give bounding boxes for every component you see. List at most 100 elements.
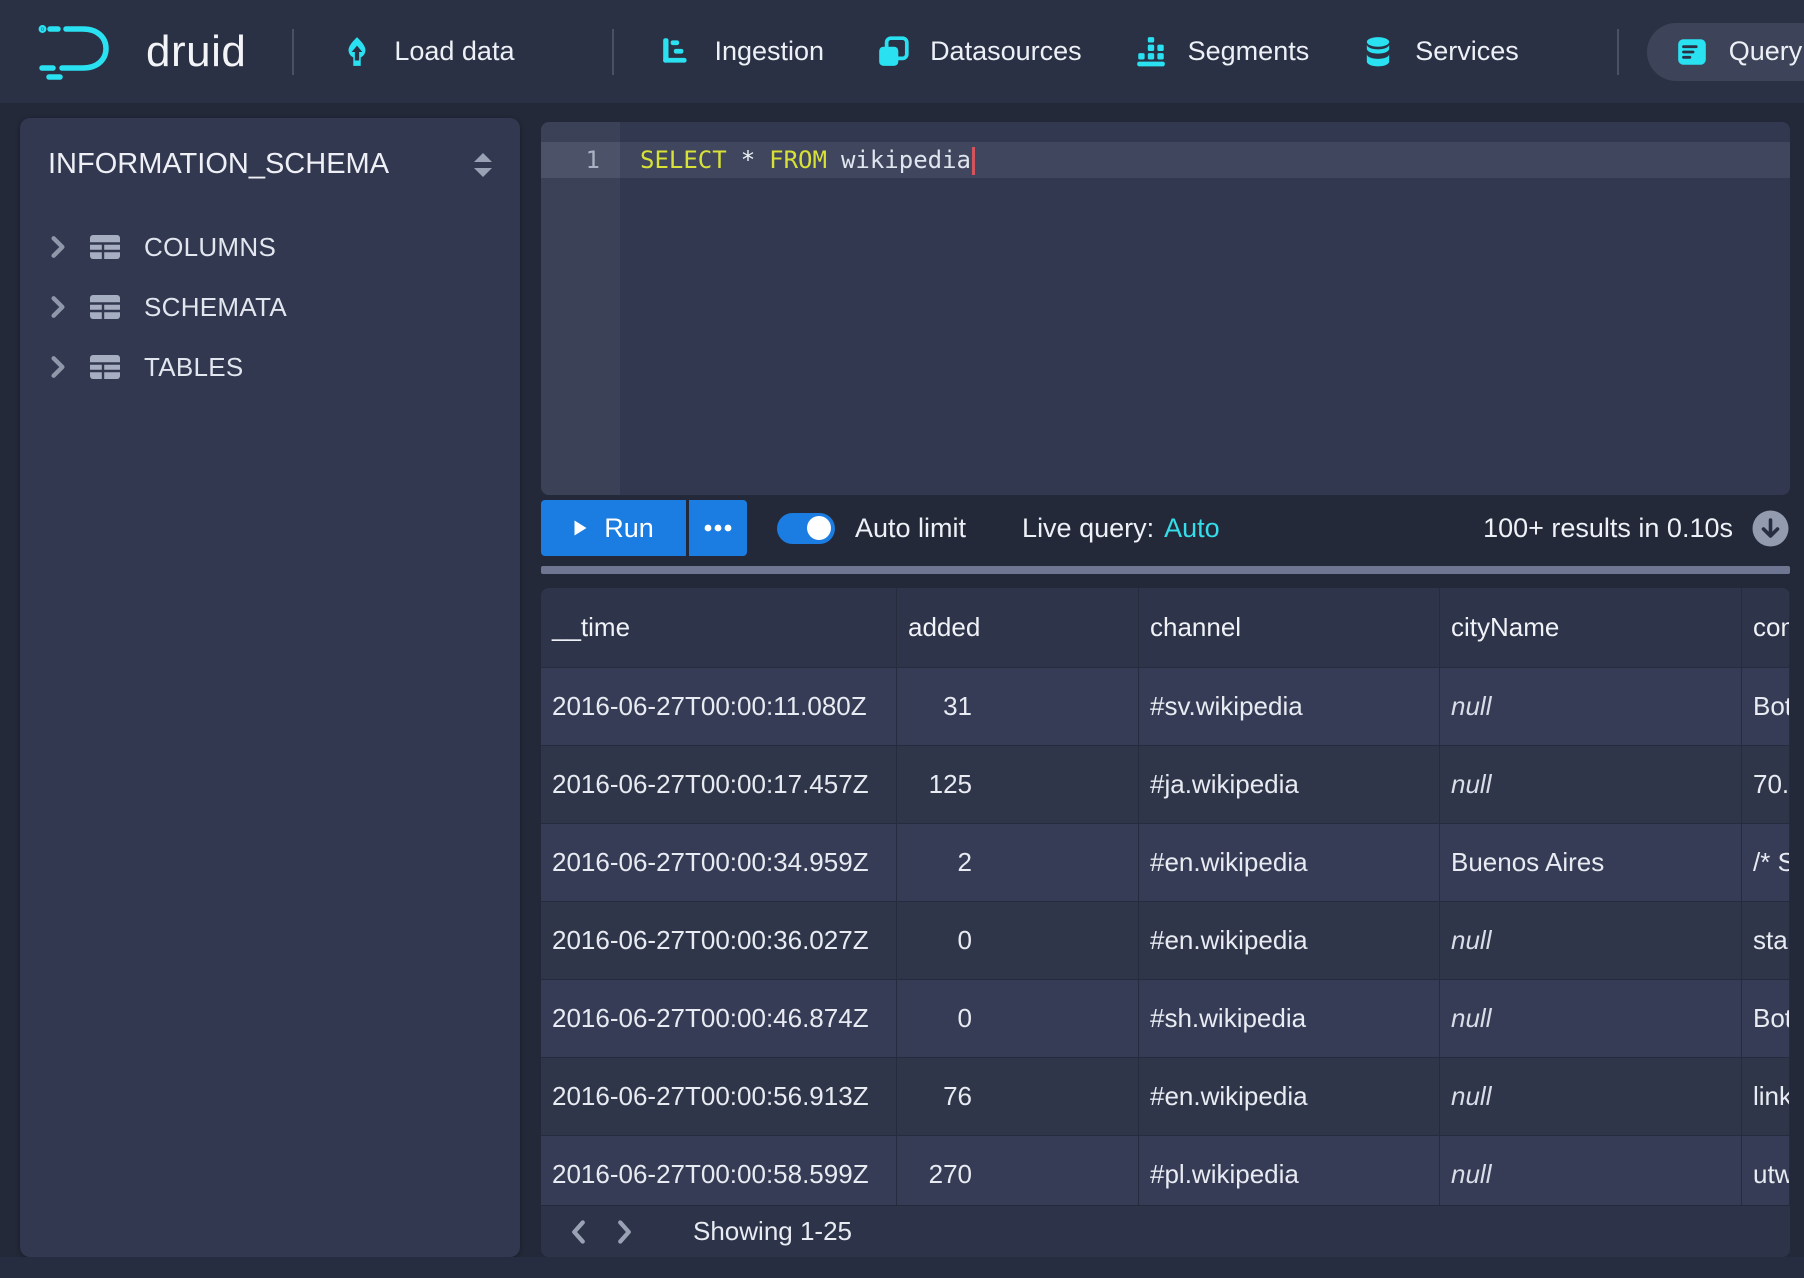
text-cursor (972, 147, 975, 175)
sql-table-name: wikipedia (841, 146, 971, 174)
column-header-comment[interactable]: comment (1742, 588, 1790, 667)
cell-__time[interactable]: 2016-06-27T00:00:34.959Z (541, 824, 897, 901)
ingestion-icon (660, 35, 694, 69)
cell-added[interactable]: 270 (897, 1136, 1139, 1213)
sql-star: * (741, 146, 755, 174)
chevron-right-icon[interactable] (50, 295, 66, 319)
schema-tree: COLUMNS SCHEMATA TABLES (20, 217, 520, 397)
druid-logo[interactable]: druid (36, 18, 246, 85)
table-icon (88, 352, 122, 382)
toggle-knob (807, 516, 831, 540)
cell-cityName[interactable]: null (1440, 668, 1742, 745)
druid-console: druid Load data Ingestion Datasources (0, 0, 1804, 1278)
cell-cityName[interactable]: Buenos Aires (1440, 824, 1742, 901)
live-query-label: Live query: (1022, 513, 1154, 544)
line-number: 1 (541, 142, 620, 178)
nav-item-ingestion[interactable]: Ingestion (660, 35, 824, 69)
cell-comment[interactable]: Bot (1742, 668, 1790, 745)
nav-item-datasources[interactable]: Datasources (876, 35, 1082, 69)
sql-keyword: FROM (769, 146, 827, 174)
cell-cityName[interactable]: null (1440, 1058, 1742, 1135)
cell-channel[interactable]: #en.wikipedia (1139, 902, 1440, 979)
column-header-cityName[interactable]: cityName (1440, 588, 1742, 667)
table-row: 2016-06-27T00:00:56.913Z76#en.wikipedian… (541, 1057, 1790, 1135)
column-header-added[interactable]: added (897, 588, 1139, 667)
nav-item-label: Segments (1188, 36, 1310, 67)
column-header-channel[interactable]: channel (1139, 588, 1440, 667)
table-icon (88, 292, 122, 322)
cell-__time[interactable]: 2016-06-27T00:00:56.913Z (541, 1058, 897, 1135)
cell-added[interactable]: 125 (897, 746, 1139, 823)
cell-added[interactable]: 76 (897, 1058, 1139, 1135)
nav-divider (612, 29, 614, 75)
play-icon (573, 519, 588, 537)
cell-comment[interactable]: 70. (1742, 746, 1790, 823)
schema-title: INFORMATION_SCHEMA (48, 148, 389, 181)
prev-page-button[interactable] (555, 1209, 601, 1255)
cell-channel[interactable]: #sv.wikipedia (1139, 668, 1440, 745)
cell-added[interactable]: 0 (897, 980, 1139, 1057)
table-row: 2016-06-27T00:00:11.080Z31#sv.wikipedian… (541, 667, 1790, 745)
double-caret-icon[interactable] (472, 151, 494, 179)
auto-limit-label: Auto limit (855, 513, 966, 544)
cell-channel[interactable]: #ja.wikipedia (1139, 746, 1440, 823)
cell-comment[interactable]: Bot (1742, 980, 1790, 1057)
cell-added[interactable]: 2 (897, 824, 1139, 901)
chevron-right-icon[interactable] (50, 355, 66, 379)
table-header-row: __timeaddedchannelcityNamecomment (541, 588, 1790, 667)
logo-text: druid (146, 27, 246, 77)
segments-icon (1134, 35, 1168, 69)
cell-comment[interactable]: link (1742, 1058, 1790, 1135)
schema-panel: INFORMATION_SCHEMA COLUMNS (20, 118, 520, 1257)
chevron-right-icon[interactable] (50, 235, 66, 259)
cell-channel[interactable]: #en.wikipedia (1139, 1058, 1440, 1135)
cell-cityName[interactable]: null (1440, 980, 1742, 1057)
tree-item-schemata[interactable]: SCHEMATA (20, 277, 520, 337)
cell-added[interactable]: 31 (897, 668, 1139, 745)
cell-cityName[interactable]: null (1440, 746, 1742, 823)
run-button[interactable]: Run (541, 500, 686, 556)
cell-channel[interactable]: #pl.wikipedia (1139, 1136, 1440, 1213)
next-page-button[interactable] (601, 1209, 647, 1255)
download-button[interactable] (1751, 509, 1790, 548)
column-header-__time[interactable]: __time (541, 588, 897, 667)
cell-comment[interactable]: sta (1742, 902, 1790, 979)
nav-item-services[interactable]: Services (1361, 35, 1519, 69)
top-nav: druid Load data Ingestion Datasources (0, 0, 1804, 103)
cell-__time[interactable]: 2016-06-27T00:00:11.080Z (541, 668, 897, 745)
sql-keyword: SELECT (640, 146, 727, 174)
nav-item-load-data[interactable]: Load data (340, 35, 514, 69)
sql-text[interactable]: SELECT * FROM wikipedia (620, 142, 1790, 178)
editor-active-line[interactable]: 1 SELECT * FROM wikipedia (541, 142, 1790, 178)
nav-item-label: Services (1415, 36, 1519, 67)
schema-selector[interactable]: INFORMATION_SCHEMA (20, 118, 520, 191)
load-data-icon (340, 35, 374, 69)
results-table: __timeaddedchannelcityNamecomment2016-06… (541, 588, 1790, 1213)
nav-item-label: Datasources (930, 36, 1082, 67)
cell-added[interactable]: 0 (897, 902, 1139, 979)
cell-channel[interactable]: #en.wikipedia (1139, 824, 1440, 901)
cell-cityName[interactable]: null (1440, 902, 1742, 979)
sql-editor[interactable]: 1 SELECT * FROM wikipedia (541, 122, 1790, 495)
cell-__time[interactable]: 2016-06-27T00:00:36.027Z (541, 902, 897, 979)
nav-item-segments[interactable]: Segments (1134, 35, 1310, 69)
nav-item-query[interactable]: Query (1647, 23, 1804, 81)
table-row: 2016-06-27T00:00:36.027Z0#en.wikipedianu… (541, 901, 1790, 979)
tree-item-label: SCHEMATA (144, 292, 287, 323)
run-more-button[interactable] (689, 500, 747, 556)
cell-cityName[interactable]: null (1440, 1136, 1742, 1213)
pagination-label: Showing 1-25 (693, 1216, 852, 1247)
cell-comment[interactable]: utw (1742, 1136, 1790, 1213)
cell-comment[interactable]: /* S (1742, 824, 1790, 901)
cell-__time[interactable]: 2016-06-27T00:00:58.599Z (541, 1136, 897, 1213)
tree-item-label: COLUMNS (144, 232, 276, 263)
cell-__time[interactable]: 2016-06-27T00:00:17.457Z (541, 746, 897, 823)
tree-item-tables[interactable]: TABLES (20, 337, 520, 397)
auto-limit-toggle[interactable] (777, 513, 835, 544)
pane-resize-handle[interactable] (541, 566, 1790, 574)
tree-item-columns[interactable]: COLUMNS (20, 217, 520, 277)
tree-item-label: TABLES (144, 352, 244, 383)
cell-__time[interactable]: 2016-06-27T00:00:46.874Z (541, 980, 897, 1057)
live-query-value[interactable]: Auto (1164, 513, 1220, 544)
cell-channel[interactable]: #sh.wikipedia (1139, 980, 1440, 1057)
